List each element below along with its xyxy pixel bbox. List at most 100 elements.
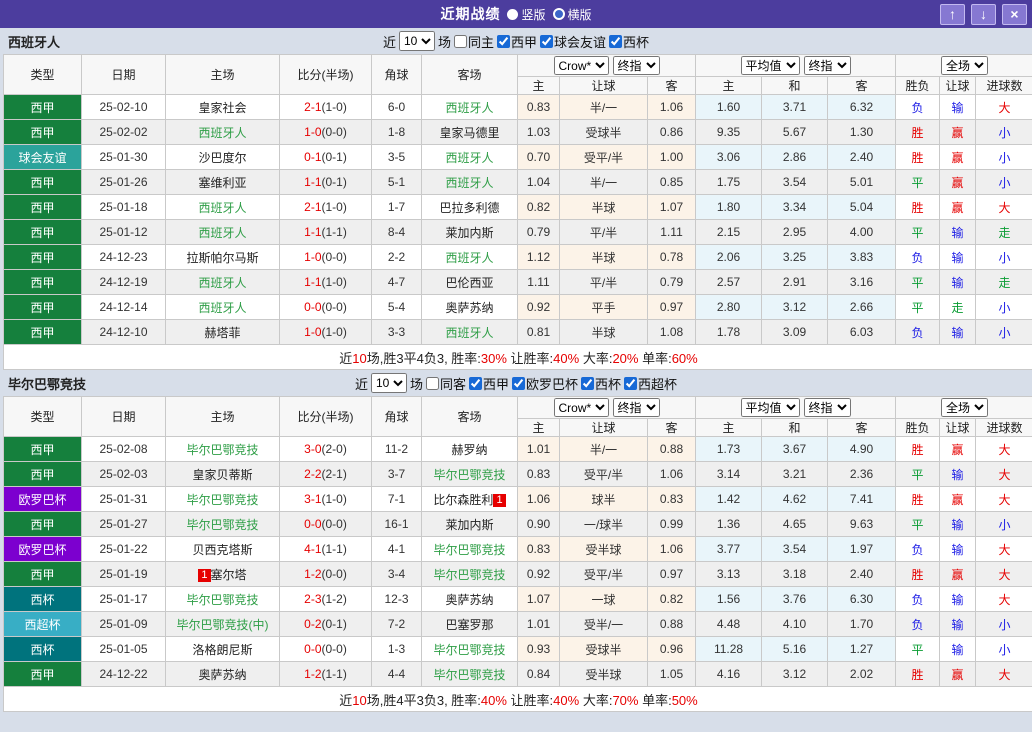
cell-avg-1: 3.09: [762, 320, 828, 345]
league-checkbox-input-2[interactable]: [609, 35, 622, 48]
same-venue-checkbox[interactable]: 同主: [454, 32, 494, 51]
cell-away-team: 莱加内斯: [422, 512, 518, 537]
final-index-select[interactable]: 终指: [613, 398, 660, 417]
same-venue-checkbox[interactable]: 同客: [426, 374, 466, 393]
radio-unselected-icon[interactable]: [553, 8, 565, 20]
header-result-goals: 进球数: [976, 77, 1032, 95]
cell-result-1: 输: [940, 320, 976, 345]
cell-match-type: 西甲: [4, 662, 82, 687]
league-checkbox-1[interactable]: 球会友谊: [540, 32, 606, 51]
cell-corners: 1-3: [372, 637, 422, 662]
cell-date: 25-02-03: [82, 462, 166, 487]
cell-home-team: 西班牙人: [166, 195, 280, 220]
table-row: 西甲25-01-12西班牙人1-1(1-1)8-4莱加内斯0.79平/半1.11…: [4, 220, 1032, 245]
same-venue-checkbox-input[interactable]: [426, 377, 439, 390]
near-games-select[interactable]: 10: [399, 31, 435, 51]
away-team-results-table: 类型日期主场比分(半场)角球客场Crow*终指平均值终指全场主让球客主和客胜负让…: [3, 396, 1032, 712]
cell-avg-0: 1.78: [696, 320, 762, 345]
average-select[interactable]: 平均值: [741, 56, 800, 75]
league-checkbox-0[interactable]: 西甲: [497, 32, 537, 51]
header-avg-home: 主: [696, 77, 762, 95]
cell-result-0: 负: [896, 245, 940, 270]
cell-avg-2: 4.90: [828, 437, 896, 462]
same-venue-checkbox-input[interactable]: [454, 35, 467, 48]
crow-select[interactable]: Crow*: [554, 56, 609, 75]
cell-away-team: 毕尔巴鄂竞技: [422, 637, 518, 662]
cell-avg-1: 3.71: [762, 95, 828, 120]
final-index-select-2[interactable]: 终指: [804, 398, 851, 417]
cell-crow-0: 0.83: [518, 95, 560, 120]
cell-home-team: 皇家贝蒂斯: [166, 462, 280, 487]
cell-avg-1: 2.86: [762, 145, 828, 170]
up-arrow-icon: ↑: [949, 6, 956, 22]
cell-avg-1: 3.18: [762, 562, 828, 587]
cell-result-1: 走: [940, 295, 976, 320]
layout-radio-vertical[interactable]: 竖版: [507, 6, 545, 23]
league-checkbox-input-0[interactable]: [469, 377, 482, 390]
crow-select[interactable]: Crow*: [554, 398, 609, 417]
cell-score: 1-1(1-1): [280, 220, 372, 245]
red-card-badge: 1: [493, 494, 505, 507]
cell-date: 25-01-05: [82, 637, 166, 662]
final-index-select[interactable]: 终指: [613, 56, 660, 75]
cell-home-team: 塞维利亚: [166, 170, 280, 195]
final-index-select-2[interactable]: 终指: [804, 56, 851, 75]
close-button[interactable]: ×: [1002, 4, 1027, 25]
cell-avg-2: 6.03: [828, 320, 896, 345]
average-select[interactable]: 平均值: [741, 398, 800, 417]
cell-away-team: 西班牙人: [422, 245, 518, 270]
cell-home-team: 毕尔巴鄂竞技: [166, 587, 280, 612]
cell-avg-1: 4.62: [762, 487, 828, 512]
fullmatch-select[interactable]: 全场: [941, 56, 988, 75]
title-bar: 近期战绩 竖版 横版 ↑ ↓ ×: [0, 0, 1032, 28]
move-up-button[interactable]: ↑: [940, 4, 965, 25]
league-checkbox-3[interactable]: 西超杯: [624, 374, 677, 393]
cell-score: 0-0(0-0): [280, 512, 372, 537]
cell-crow-2: 0.79: [648, 270, 696, 295]
move-down-button[interactable]: ↓: [971, 4, 996, 25]
cell-result-1: 赢: [940, 437, 976, 462]
near-games-select[interactable]: 10: [371, 373, 407, 393]
league-checkbox-2[interactable]: 西杯: [609, 32, 649, 51]
fullmatch-select[interactable]: 全场: [941, 398, 988, 417]
games-label: 场: [438, 32, 451, 51]
cell-result-0: 平: [896, 220, 940, 245]
league-checkbox-input-1[interactable]: [512, 377, 525, 390]
cell-result-1: 输: [940, 220, 976, 245]
league-checkbox-input-1[interactable]: [540, 35, 553, 48]
cell-avg-0: 2.06: [696, 245, 762, 270]
league-checkbox-input-0[interactable]: [497, 35, 510, 48]
cell-crow-2: 0.86: [648, 120, 696, 145]
header-average-group: 平均值终指: [696, 397, 896, 419]
cell-match-type: 球会友谊: [4, 145, 82, 170]
cell-crow-2: 0.83: [648, 487, 696, 512]
league-checkbox-1[interactable]: 欧罗巴杯: [512, 374, 578, 393]
cell-result-2: 大: [976, 587, 1032, 612]
cell-avg-1: 3.76: [762, 587, 828, 612]
cell-match-type: 西甲: [4, 270, 82, 295]
league-checkbox-input-3[interactable]: [624, 377, 637, 390]
table-row: 西杯25-01-17毕尔巴鄂竞技2-3(1-2)12-3奥萨苏纳1.07一球0.…: [4, 587, 1032, 612]
league-checkbox-2[interactable]: 西杯: [581, 374, 621, 393]
cell-match-type: 西甲: [4, 437, 82, 462]
layout-radio-horizontal[interactable]: 横版: [553, 6, 592, 23]
table-row: 西甲25-02-02西班牙人1-0(0-0)1-8皇家马德里1.03受球半0.8…: [4, 120, 1032, 145]
cell-crow-2: 1.11: [648, 220, 696, 245]
cell-crow-2: 1.05: [648, 662, 696, 687]
cell-result-2: 走: [976, 270, 1032, 295]
table-row: 欧罗巴杯25-01-31毕尔巴鄂竞技3-1(1-0)7-1比尔森胜利11.06球…: [4, 487, 1032, 512]
cell-result-0: 负: [896, 587, 940, 612]
table-row: 西杯25-01-05洛格朗尼斯0-0(0-0)1-3毕尔巴鄂竞技0.93受球半0…: [4, 637, 1032, 662]
cell-result-1: 赢: [940, 662, 976, 687]
cell-crow-2: 1.06: [648, 537, 696, 562]
cell-crow-1: 平手: [560, 295, 648, 320]
cell-result-2: 大: [976, 437, 1032, 462]
cell-away-team: 巴塞罗那: [422, 612, 518, 637]
league-checkbox-input-2[interactable]: [581, 377, 594, 390]
cell-result-0: 负: [896, 95, 940, 120]
cell-avg-2: 1.27: [828, 637, 896, 662]
league-checkbox-0[interactable]: 西甲: [469, 374, 509, 393]
cell-avg-1: 3.12: [762, 295, 828, 320]
radio-selected-icon[interactable]: [507, 9, 518, 20]
cell-result-0: 负: [896, 537, 940, 562]
